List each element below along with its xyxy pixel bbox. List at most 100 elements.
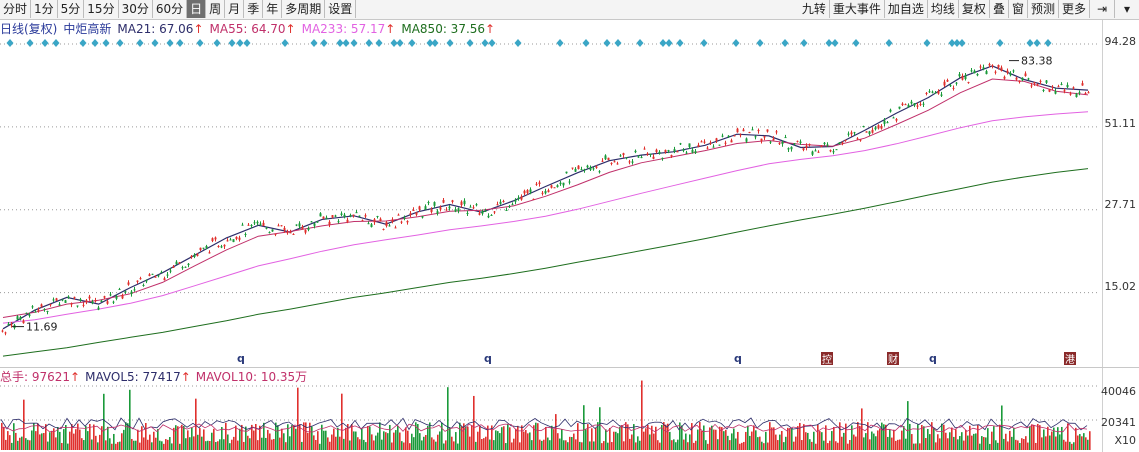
volume-bar — [577, 423, 579, 450]
volume-bar — [833, 426, 835, 450]
volume-bar — [925, 438, 927, 450]
volume-bar — [159, 440, 161, 450]
candle-body — [808, 144, 811, 146]
candle-body — [1072, 87, 1075, 89]
volume-bar — [785, 436, 787, 450]
ma-line-ma55 — [2, 78, 1089, 318]
candle-body — [568, 181, 571, 183]
volume-bar — [767, 442, 769, 450]
volume-bar — [423, 436, 425, 450]
candle-body — [625, 157, 628, 159]
volume-bar — [551, 425, 553, 450]
volume-bar — [981, 436, 983, 450]
candle-body — [940, 94, 943, 96]
candle-body — [904, 104, 907, 106]
volume-bar — [1049, 435, 1051, 450]
volume-bar — [105, 440, 107, 450]
candle-body — [373, 219, 376, 223]
volume-bar — [279, 437, 281, 450]
candle-body — [451, 200, 454, 202]
volume-bar — [523, 431, 525, 450]
candle-body — [157, 275, 160, 277]
volume-bar — [531, 440, 533, 450]
candle-body — [541, 192, 544, 194]
volume-bar — [1073, 442, 1075, 450]
volume-bar — [209, 440, 211, 450]
volume-bar — [653, 433, 655, 450]
candle-body — [997, 64, 1000, 68]
candle-body — [352, 214, 355, 216]
volume-bar — [899, 439, 901, 450]
candle-body — [619, 155, 622, 157]
volume-bar — [813, 431, 815, 450]
volume-bar — [591, 428, 593, 450]
candle-body — [154, 276, 157, 278]
volume-bar — [857, 422, 859, 450]
event-marker: q — [237, 352, 245, 365]
candle-body — [1036, 84, 1039, 86]
volume-bar — [617, 433, 619, 450]
candle-body — [1063, 90, 1066, 92]
volume-bar — [313, 435, 315, 450]
volume-bar — [109, 438, 111, 450]
candle-body — [535, 183, 538, 185]
volume-bar — [547, 437, 549, 450]
candle-body — [1042, 89, 1045, 91]
volume-bar — [655, 426, 657, 450]
event-diamond-icon — [556, 39, 564, 47]
event-badge-label: 财 — [888, 353, 898, 366]
candle-body — [223, 244, 226, 247]
volume-bar — [91, 439, 93, 450]
volume-bar — [235, 425, 237, 450]
candle-body — [439, 207, 442, 210]
volume-bar — [107, 426, 109, 450]
candle-body — [1027, 78, 1030, 80]
candle-body — [148, 274, 151, 276]
candle-body — [277, 225, 280, 227]
volume-bar — [439, 431, 441, 450]
volume-bar — [525, 430, 527, 450]
volume-bar — [271, 439, 273, 450]
volume-bar — [27, 439, 29, 450]
candle-body — [70, 303, 73, 305]
volume-bar — [609, 427, 611, 450]
volume-bar — [1035, 442, 1037, 450]
volume-bar — [501, 427, 503, 450]
volume-bar — [297, 387, 299, 450]
volume-bar — [143, 437, 145, 450]
volume-bar — [855, 436, 857, 450]
candle-body — [271, 229, 274, 232]
volume-bar — [469, 436, 471, 450]
candle-body — [694, 151, 697, 154]
volume-bar — [295, 428, 297, 450]
volume-bar — [499, 433, 501, 450]
candle-body — [316, 221, 319, 223]
volume-bar — [67, 443, 69, 450]
volume-bar — [383, 431, 385, 450]
candle-body — [496, 204, 499, 206]
volume-bar — [481, 438, 483, 450]
volume-bar — [411, 433, 413, 450]
candle-body — [979, 66, 982, 68]
volume-bar — [663, 422, 665, 450]
volume-bar — [327, 437, 329, 450]
volume-bar — [399, 432, 401, 450]
event-diamond-icon — [996, 39, 1004, 47]
volume-bar — [877, 430, 879, 450]
price-axis: 94.28 51.11 27.71 15.02 40046 20341 — [1101, 20, 1139, 452]
volume-bar — [343, 438, 345, 450]
volume-bar — [703, 425, 705, 450]
volume-bar — [21, 436, 23, 450]
volume-bar — [79, 429, 81, 450]
volume-bar — [941, 423, 943, 450]
volume-bar — [809, 439, 811, 450]
candle-body — [469, 206, 472, 208]
volume-bar — [713, 429, 715, 450]
candle-body — [481, 211, 484, 214]
volume-bar — [15, 432, 17, 450]
candle-body — [799, 141, 802, 143]
candle-body — [706, 147, 709, 149]
volume-bar — [153, 431, 155, 450]
candle-body — [934, 92, 937, 94]
candle-body — [199, 247, 202, 250]
